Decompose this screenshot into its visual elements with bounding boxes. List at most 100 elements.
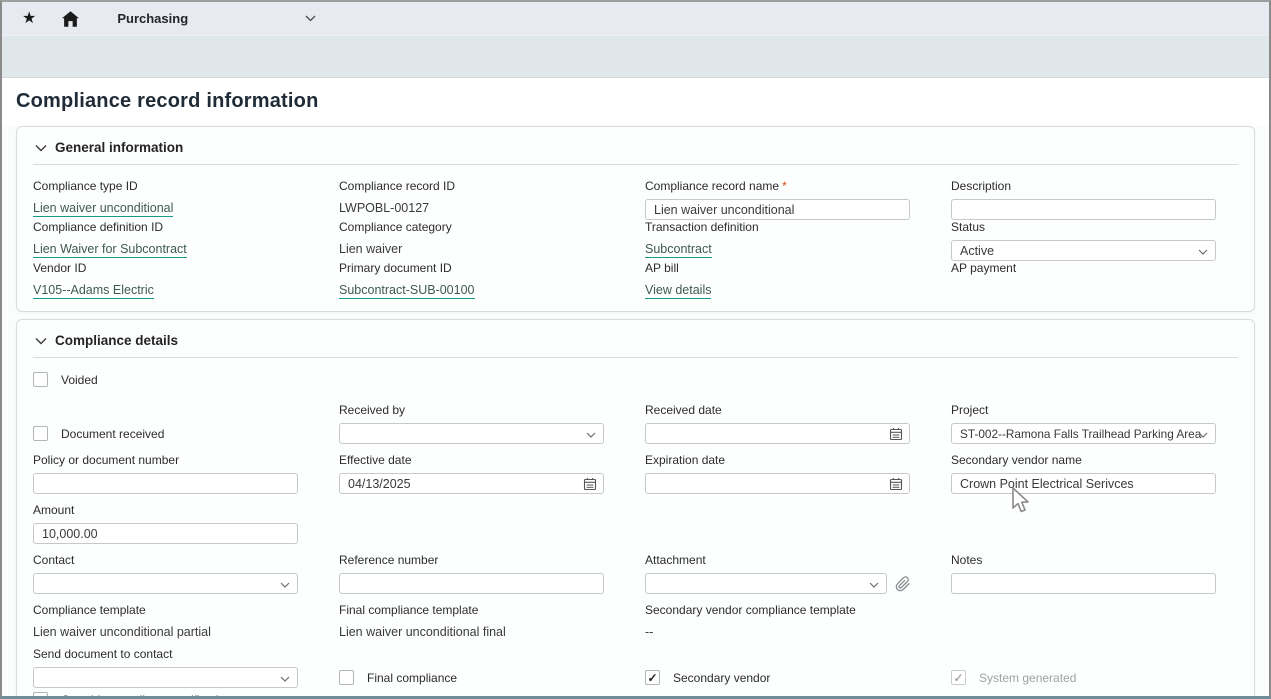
compliance-category-label: Compliance category (339, 220, 604, 234)
secondary-vendor-checkbox[interactable] (645, 670, 660, 685)
secondary-vendor-compliance-template-value: -- (645, 625, 653, 639)
amount-label: Amount (33, 503, 298, 517)
vendor-id-link[interactable]: V105--Adams Electric (33, 283, 154, 299)
contact-label: Contact (33, 553, 298, 567)
compliance-type-id-label: Compliance type ID (33, 179, 298, 193)
attachment-label: Attachment (645, 553, 910, 567)
secondary-vendor-name-input[interactable] (951, 473, 1216, 494)
contact-select[interactable] (33, 573, 298, 594)
primary-document-id-label: Primary document ID (339, 261, 604, 275)
page-header: Compliance record information (2, 78, 1269, 126)
compliance-record-id-label: Compliance record ID (339, 179, 604, 193)
compliance-template-label: Compliance template (33, 603, 298, 617)
secondary-vendor-compliance-template-label: Secondary vendor compliance template (645, 603, 910, 617)
ap-payment-label: AP payment (951, 261, 1216, 275)
document-received-checkbox[interactable] (33, 426, 48, 441)
section-collapse-chevron-icon (35, 337, 47, 345)
compliance-record-name-label: Compliance record name* (645, 179, 910, 193)
received-by-select[interactable] (339, 423, 604, 444)
policy-or-document-number-label: Policy or document number (33, 453, 298, 467)
system-generated-checkbox (951, 670, 966, 685)
app-window: ★ Purchasing Compliance record informati… (0, 0, 1271, 699)
compliance-category-value: Lien waiver (339, 242, 402, 256)
expiration-date-input[interactable] (645, 473, 910, 494)
chevron-down-icon (280, 582, 290, 588)
final-compliance-checkbox-row: Final compliance (339, 670, 604, 685)
top-navigation-bar: ★ Purchasing (2, 2, 1269, 35)
send-document-to-contact-select[interactable] (33, 667, 298, 688)
section-title: Compliance details (55, 333, 178, 348)
required-asterisk: * (782, 179, 787, 193)
received-date-label: Received date (645, 403, 910, 417)
final-compliance-label: Final compliance (367, 671, 457, 685)
override-compliance-notification-label: Override compliance notification (61, 693, 232, 699)
paperclip-icon[interactable] (895, 576, 911, 592)
system-generated-label: System generated (979, 671, 1076, 685)
override-compliance-notification-checkbox-row: Override compliance notification (33, 692, 298, 699)
final-compliance-checkbox[interactable] (339, 670, 354, 685)
transaction-definition-label: Transaction definition (645, 220, 910, 234)
reference-number-input[interactable] (339, 573, 604, 594)
voided-checkbox-row: Voided (33, 372, 298, 387)
document-received-label: Document received (61, 427, 164, 441)
effective-date-input[interactable]: 04/13/2025 (339, 473, 604, 494)
voided-label: Voided (61, 373, 98, 387)
compliance-definition-id-link[interactable]: Lien Waiver for Subcontract (33, 242, 187, 258)
received-by-label: Received by (339, 403, 604, 417)
status-select[interactable]: Active (951, 240, 1216, 261)
override-compliance-notification-checkbox[interactable] (33, 692, 48, 699)
amount-input[interactable] (33, 523, 298, 544)
compliance-definition-id-label: Compliance definition ID (33, 220, 298, 234)
description-label: Description (951, 179, 1216, 193)
attachment-select[interactable] (645, 573, 887, 594)
page-title: Compliance record information (16, 90, 1255, 113)
effective-date-label: Effective date (339, 453, 604, 467)
secondary-toolbar (2, 35, 1269, 78)
chevron-down-icon (869, 582, 879, 588)
description-input[interactable] (951, 199, 1216, 220)
home-icon[interactable] (62, 11, 79, 27)
general-information-header[interactable]: General information (33, 137, 1238, 165)
ap-bill-label: AP bill (645, 261, 910, 275)
transaction-definition-link[interactable]: Subcontract (645, 242, 712, 258)
chevron-down-icon (1198, 249, 1208, 255)
project-label: Project (951, 403, 1216, 417)
section-collapse-chevron-icon (35, 144, 47, 152)
secondary-vendor-name-label: Secondary vendor name (951, 453, 1216, 467)
vendor-id-label: Vendor ID (33, 261, 298, 275)
voided-checkbox[interactable] (33, 372, 48, 387)
document-received-checkbox-row: Document received (33, 426, 298, 441)
policy-or-document-number-input[interactable] (33, 473, 298, 494)
chevron-down-icon (280, 676, 290, 682)
system-generated-checkbox-row: System generated (951, 670, 1216, 685)
compliance-record-name-input[interactable] (645, 199, 910, 220)
general-information-section: General information Compliance type ID L… (16, 126, 1255, 312)
compliance-details-section: Compliance details Voided Document recei… (16, 319, 1255, 699)
notes-input[interactable] (951, 573, 1216, 594)
received-date-input[interactable] (645, 423, 910, 444)
chevron-down-icon (1198, 432, 1208, 438)
calendar-icon[interactable] (889, 477, 903, 491)
project-select[interactable]: ST-002--Ramona Falls Trailhead Parking A… (951, 423, 1216, 444)
compliance-template-value: Lien waiver unconditional partial (33, 625, 211, 639)
reference-number-label: Reference number (339, 553, 604, 567)
compliance-record-id-value: LWPOBL-00127 (339, 201, 429, 215)
calendar-icon[interactable] (889, 427, 903, 441)
secondary-vendor-checkbox-row: Secondary vendor (645, 670, 910, 685)
calendar-icon[interactable] (583, 477, 597, 491)
status-label: Status (951, 220, 1216, 234)
compliance-type-id-link[interactable]: Lien waiver unconditional (33, 201, 173, 217)
favorite-star-icon[interactable]: ★ (22, 11, 36, 27)
expiration-date-label: Expiration date (645, 453, 910, 467)
compliance-details-header[interactable]: Compliance details (33, 330, 1238, 358)
chevron-down-icon[interactable] (305, 15, 316, 22)
module-menu-purchasing[interactable]: Purchasing (117, 11, 188, 26)
section-title: General information (55, 140, 183, 155)
primary-document-id-link[interactable]: Subcontract-SUB-00100 (339, 283, 475, 299)
final-compliance-template-value: Lien waiver unconditional final (339, 625, 506, 639)
secondary-vendor-label: Secondary vendor (673, 671, 770, 685)
send-document-to-contact-label: Send document to contact (33, 647, 298, 661)
ap-bill-view-details-link[interactable]: View details (645, 283, 711, 299)
notes-label: Notes (951, 553, 1216, 567)
chevron-down-icon (586, 432, 596, 438)
